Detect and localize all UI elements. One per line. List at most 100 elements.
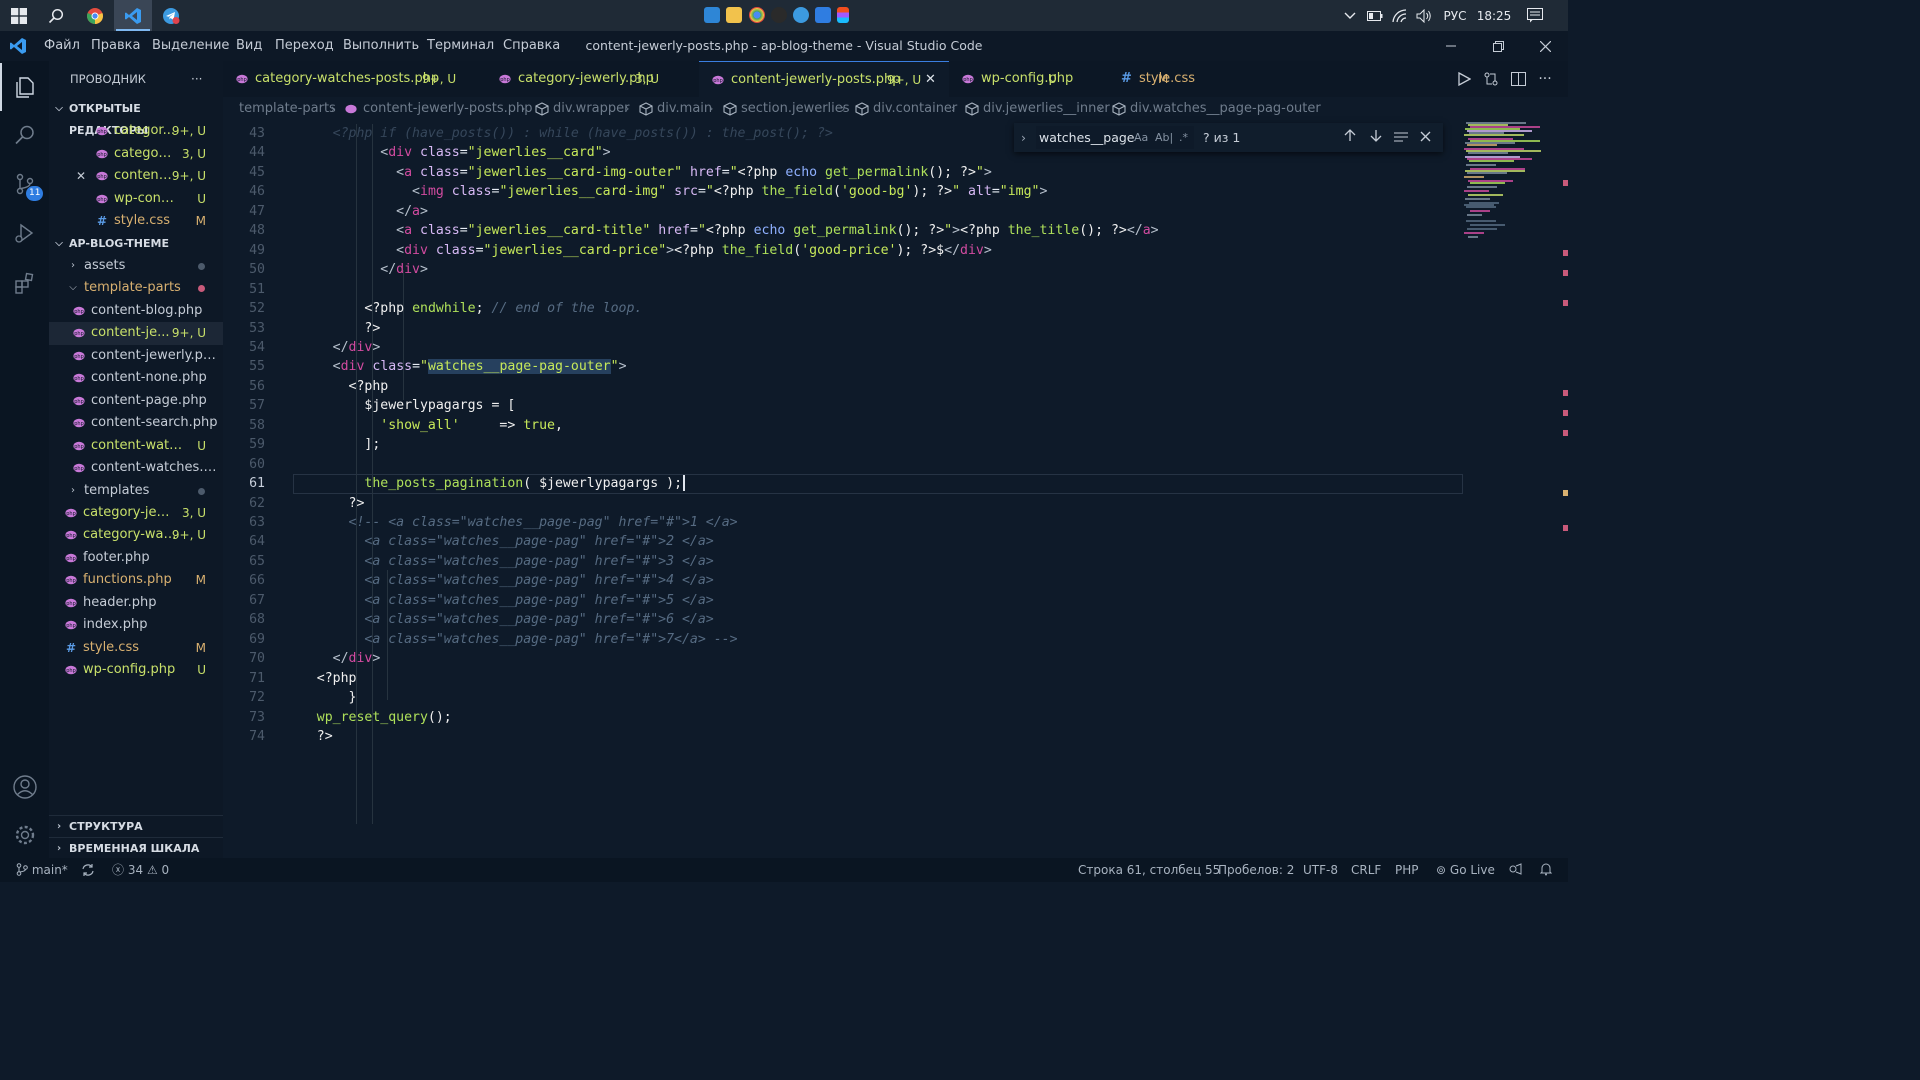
file-tree-item[interactable]: php content-blog.php: [49, 300, 223, 323]
file-tree-item[interactable]: php content-page.php: [49, 390, 223, 413]
file-tree-item[interactable]: php category-wat... 9+, U: [49, 524, 223, 547]
menu-terminal[interactable]: Терминал: [427, 31, 494, 61]
editor-tab[interactable]: php category-jewerly.php 3, U: [486, 61, 699, 97]
previous-match-icon[interactable]: [1344, 123, 1356, 152]
wifi-icon[interactable]: [1389, 0, 1411, 31]
outline-section[interactable]: › СТРУКТУРА: [49, 816, 223, 838]
code-line[interactable]: 64 <a class="watches__page-pag" href="#"…: [223, 532, 1463, 552]
file-tree-item[interactable]: ⌵ template-parts: [49, 277, 223, 300]
next-match-icon[interactable]: [1370, 123, 1382, 152]
code-line[interactable]: 45 <a class="jewerlies__card-img-outer" …: [223, 163, 1463, 183]
encoding[interactable]: UTF-8: [1303, 858, 1338, 882]
open-editor-item[interactable]: php wp-config.... U: [49, 188, 223, 211]
code-line[interactable]: 67 <a class="watches__page-pag" href="#"…: [223, 591, 1463, 611]
figma-taskbar-icon[interactable]: [837, 7, 849, 23]
code-line[interactable]: 68 <a class="watches__page-pag" href="#"…: [223, 610, 1463, 630]
breadcrumb-item[interactable]: div.container: [873, 97, 957, 120]
timeline-section[interactable]: › ВРЕМЕННАЯ ШКАЛА: [49, 838, 223, 860]
editor-tab[interactable]: php content-jewerly-posts.php 9+, U ✕: [699, 61, 949, 97]
notifications-icon[interactable]: [1522, 0, 1548, 31]
breadcrumb-item[interactable]: section.jewerlies: [741, 97, 850, 120]
file-tree-item[interactable]: › assets: [49, 255, 223, 278]
minimize-button[interactable]: [1428, 31, 1474, 61]
more-actions-icon[interactable]: ···: [1536, 70, 1554, 88]
breadcrumb-item[interactable]: content-jewerly-posts.php: [363, 97, 533, 120]
chrome-taskbar-icon[interactable]: [76, 0, 114, 31]
find-expand-toggle[interactable]: ›: [1021, 123, 1026, 152]
project-section[interactable]: ⌵ AP-BLOG-THEME: [49, 233, 223, 255]
match-case-toggle[interactable]: Aa: [1134, 123, 1148, 152]
breadcrumb-item[interactable]: div.wrapper: [553, 97, 629, 120]
file-tree-item[interactable]: php functions.php M: [49, 569, 223, 592]
code-line[interactable]: 52 <?php endwhile; // end of the loop.: [223, 299, 1463, 319]
code-editor[interactable]: 43 <?php if (have_posts()) : while (have…: [223, 120, 1568, 858]
run-debug-icon[interactable]: [0, 209, 49, 257]
code-line[interactable]: 47 </a>: [223, 202, 1463, 222]
code-line[interactable]: 59 ];: [223, 435, 1463, 455]
code-line[interactable]: 70 </div>: [223, 649, 1463, 669]
file-tree-item[interactable]: php wp-config.php U: [49, 659, 223, 682]
menu-edit[interactable]: Правка: [91, 31, 140, 61]
code-line[interactable]: 66 <a class="watches__page-pag" href="#"…: [223, 571, 1463, 591]
code-line[interactable]: 50 </div>: [223, 260, 1463, 280]
code-line[interactable]: 62 ?>: [223, 494, 1463, 514]
code-line[interactable]: 65 <a class="watches__page-pag" href="#"…: [223, 552, 1463, 572]
settings-gear-icon[interactable]: [0, 811, 49, 859]
volume-icon[interactable]: [1413, 0, 1435, 31]
menu-help[interactable]: Справка: [503, 31, 560, 61]
file-tree-item[interactable]: php header.php: [49, 592, 223, 615]
vscode-taskbar-icon[interactable]: [114, 0, 152, 31]
clock[interactable]: 18:25: [1474, 0, 1514, 31]
breadcrumb-item[interactable]: div.jewerlies__inner: [983, 97, 1110, 120]
cursor-position[interactable]: Строка 61, столбец 55: [1078, 858, 1220, 882]
breadcrumb-item[interactable]: template-parts: [239, 97, 336, 120]
code-line[interactable]: 72 }: [223, 688, 1463, 708]
file-tree-item[interactable]: php content-watches.php: [49, 457, 223, 480]
overview-ruler[interactable]: [1560, 120, 1568, 858]
editor-tab[interactable]: # style.css M: [1107, 61, 1217, 97]
editor-tab[interactable]: php category-watches-posts.php 9+, U: [223, 61, 486, 97]
taskbar-search-icon[interactable]: [37, 0, 75, 31]
file-tree-item[interactable]: php content-search.php: [49, 412, 223, 435]
close-editor-icon[interactable]: ✕: [76, 165, 86, 188]
go-live-button[interactable]: ⊚ Go Live: [1436, 858, 1495, 882]
code-line[interactable]: 51: [223, 280, 1463, 300]
code-line[interactable]: 57 $jewerlypagargs = [: [223, 396, 1463, 416]
tray-chevron-icon[interactable]: [1340, 0, 1360, 31]
open-editor-item[interactable]: php category... 3, U: [49, 143, 223, 166]
code-line[interactable]: 63 <!-- <a class="watches__page-pag" hre…: [223, 513, 1463, 533]
file-tree-item[interactable]: php index.php: [49, 614, 223, 637]
code-line[interactable]: 54 </div>: [223, 338, 1463, 358]
explorer-more-button[interactable]: ···: [191, 61, 202, 97]
menu-file[interactable]: Файл: [44, 31, 80, 61]
sync-icon[interactable]: [81, 858, 95, 882]
minimap[interactable]: [1460, 120, 1560, 250]
indentation[interactable]: Пробелов: 2: [1218, 858, 1294, 882]
account-icon[interactable]: [0, 763, 49, 811]
code-line[interactable]: 49 <div class="jewerlies__card-price"><?…: [223, 241, 1463, 261]
menu-selection[interactable]: Выделение: [152, 31, 229, 61]
restore-button[interactable]: [1475, 31, 1521, 61]
regex-toggle[interactable]: .*: [1179, 123, 1188, 152]
file-tree-item[interactable]: php content-watch... U: [49, 435, 223, 458]
notifications-bell-icon[interactable]: [1539, 858, 1553, 882]
code-line[interactable]: 53 ?>: [223, 319, 1463, 339]
split-editor-icon[interactable]: [1509, 70, 1527, 88]
find-in-selection-icon[interactable]: [1394, 123, 1408, 152]
code-line[interactable]: 55 <div class="watches__page-pag-outer">: [223, 357, 1463, 377]
telegram-taskbar-icon-2[interactable]: [793, 7, 809, 23]
chrome-taskbar-icon-2[interactable]: [749, 7, 765, 23]
open-editor-item[interactable]: ✕ php content... 9+, U: [49, 165, 223, 188]
open-editor-item[interactable]: # style.css M: [49, 210, 223, 233]
telegram-taskbar-icon[interactable]: [152, 0, 190, 31]
code-line[interactable]: 61 the_posts_pagination( $jewerlypagargs…: [223, 474, 1463, 494]
file-tree-item[interactable]: php content-jewerly.php: [49, 345, 223, 368]
code-line[interactable]: 69 <a class="watches__page-pag" href="#"…: [223, 630, 1463, 650]
breadcrumb-item[interactable]: div.watches__page-pag-outer: [1130, 97, 1321, 120]
file-tree-item[interactable]: # style.css M: [49, 637, 223, 660]
file-tree-item[interactable]: php content-je... 9+, U: [49, 322, 223, 345]
code-line[interactable]: 58 'show_all' => true,: [223, 416, 1463, 436]
menu-view[interactable]: Вид: [236, 31, 262, 61]
menu-go[interactable]: Переход: [275, 31, 334, 61]
editor-tab[interactable]: php wp-config.php U: [949, 61, 1107, 97]
